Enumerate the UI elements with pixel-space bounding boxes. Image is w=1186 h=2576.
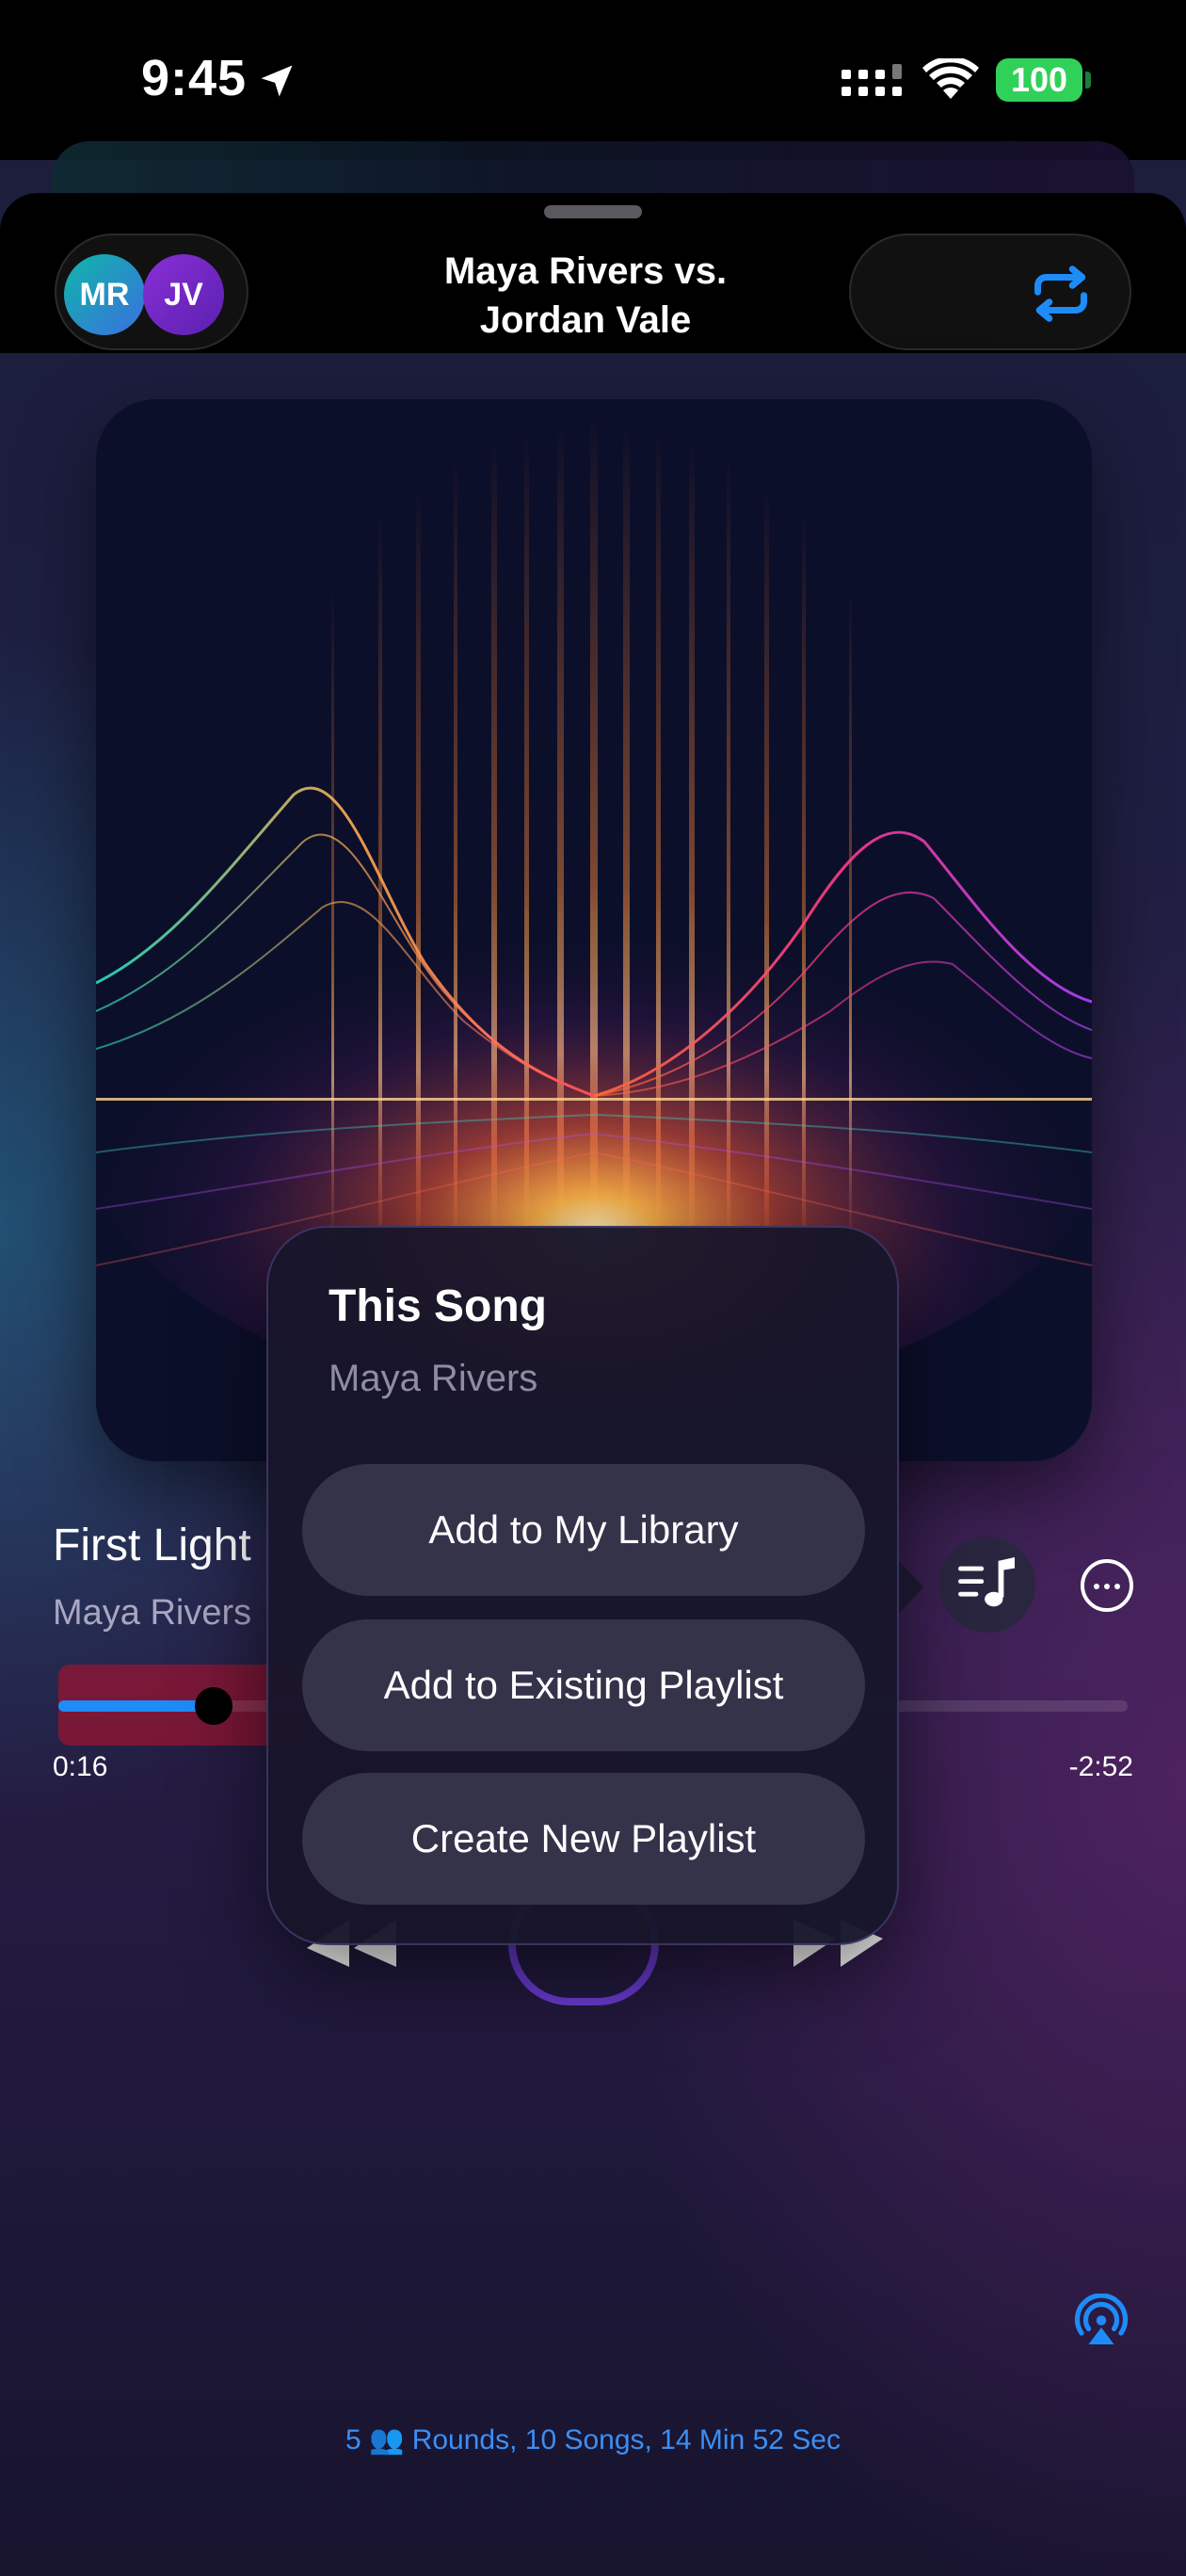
game-summary: 5 👥 Rounds, 10 Songs, 14 Min 52 Sec [345,2424,841,2455]
more-dot [1094,1584,1099,1589]
more-dot [1114,1584,1120,1589]
now-playing-screen: 9:45 100 MR JV Maya Rivers vs. Jordan Va… [0,0,1186,2576]
location-arrow-icon [261,65,293,97]
create-new-playlist-button[interactable]: Create New Playlist [302,1773,865,1905]
add-to-existing-playlist-button[interactable]: Add to Existing Playlist [302,1619,865,1751]
song-title: First Light [53,1521,251,1570]
battery-nub [1085,72,1091,89]
popover-arrow [899,1561,923,1614]
avatar[interactable]: MR [64,254,145,335]
more-dot [1104,1584,1110,1589]
progress-scrubber[interactable] [194,1687,232,1725]
popover-subtitle: Maya Rivers [329,1358,538,1399]
add-to-library-button[interactable]: Add to My Library [302,1464,865,1596]
popover-title: This Song [329,1281,547,1331]
more-options-button[interactable] [1081,1559,1133,1612]
song-artist[interactable]: Maya Rivers [53,1593,251,1634]
music-list-icon [958,1557,1015,1607]
elapsed-time: 0:16 [53,1751,108,1782]
battery-indicator: 100 [996,58,1082,102]
queue-button[interactable] [939,1537,1035,1633]
status-bar: 9:45 100 [0,0,1186,160]
remaining-time: -2:52 [1068,1751,1133,1782]
match-title: Maya Rivers vs. Jordan Vale [443,250,728,341]
sheet-grabber[interactable] [544,205,642,218]
status-time: 9:45 [141,50,248,106]
avatar[interactable]: JV [143,254,224,335]
wifi-icon [922,58,979,99]
cellular-signal-icon [841,64,902,96]
progress-fill [58,1700,214,1712]
repeat-icon[interactable] [1028,266,1094,322]
airplay-icon[interactable] [1073,2294,1130,2350]
